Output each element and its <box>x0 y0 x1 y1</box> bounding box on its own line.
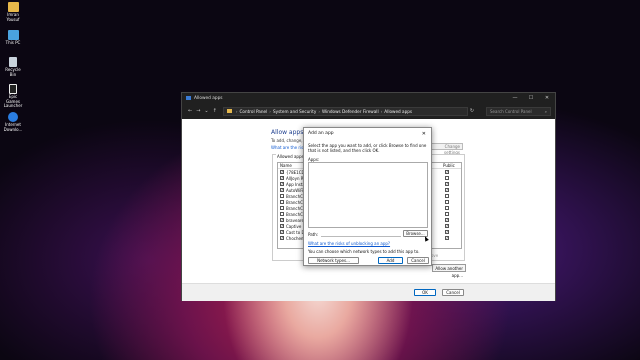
dialog-close-icon[interactable]: ✕ <box>422 131 426 137</box>
search-placeholder: Search Control Panel <box>490 108 532 114</box>
desktop-icon-idm[interactable]: Internet Downlo... <box>2 112 24 132</box>
address-row: ← → ⌄ ↑ › Control Panel › System and Sec… <box>182 103 555 119</box>
dialog-title: Add an app <box>308 131 334 136</box>
dialog-cancel-button[interactable]: Cancel <box>407 257 429 264</box>
folder-icon <box>226 109 232 113</box>
public-checkbox[interactable]: ✓ <box>445 236 449 240</box>
network-types-button[interactable]: Network types... <box>308 257 359 264</box>
monitor-icon <box>7 30 19 40</box>
unblock-risks-link[interactable]: What are the risks of unblocking an app? <box>308 241 390 246</box>
app-checkbox[interactable]: ✓ <box>280 170 284 174</box>
desktop-icon-recycle-bin[interactable]: Recycle Bin <box>2 57 24 77</box>
app-checkbox[interactable]: ✓ <box>280 230 284 234</box>
forward-arrow-icon[interactable]: → <box>194 108 202 114</box>
maximize-button[interactable]: ☐ <box>523 95 539 101</box>
minimize-button[interactable]: — <box>507 95 523 101</box>
path-field[interactable] <box>321 231 401 237</box>
allow-another-label: Allow another app... <box>435 266 463 278</box>
dialog-titlebar[interactable]: Add an app ✕ <box>304 128 431 139</box>
address-bar[interactable]: › Control Panel › System and Security › … <box>222 106 468 116</box>
public-checkbox[interactable]: ✓ <box>445 188 449 192</box>
dialog-instructions: Select the app you want to add, or click… <box>308 143 427 153</box>
add-button[interactable]: Add <box>378 257 403 264</box>
desktop-icon-epic-games[interactable]: Epic Games Launcher <box>2 84 24 109</box>
cancel-button[interactable]: Cancel <box>442 289 464 296</box>
public-checkbox[interactable] <box>445 212 449 216</box>
public-checkbox[interactable]: ✓ <box>445 224 449 228</box>
app-checkbox[interactable] <box>280 212 284 216</box>
refresh-icon[interactable]: ↻ <box>468 108 476 114</box>
change-settings-button[interactable]: Change settings <box>431 143 463 155</box>
public-checkbox[interactable]: ✓ <box>445 182 449 186</box>
app-checkbox[interactable]: ✓ <box>280 224 284 228</box>
idm-icon <box>8 112 18 122</box>
desktop-icon-imran-yousuf[interactable]: Imran Yousuf <box>2 2 24 22</box>
public-checkbox[interactable]: ✓ <box>445 218 449 222</box>
public-checkbox[interactable] <box>445 194 449 198</box>
close-button[interactable]: ✕ <box>539 95 555 101</box>
ok-button[interactable]: OK <box>414 289 436 296</box>
app-checkbox[interactable] <box>280 206 284 210</box>
desktop-icon-label: Imran Yousuf <box>6 12 20 22</box>
breadcrumb-control-panel[interactable]: Control Panel <box>240 109 268 114</box>
recycle-bin-icon <box>9 57 17 67</box>
app-checkbox[interactable]: ✓ <box>280 188 284 192</box>
allow-another-app-button[interactable]: Allow another app... <box>432 264 466 278</box>
window-title: Allowed apps <box>194 95 223 101</box>
public-checkbox[interactable]: ✓ <box>445 230 449 234</box>
recent-chevron-icon[interactable]: ⌄ <box>202 108 210 114</box>
epic-games-icon <box>9 84 17 94</box>
app-checkbox[interactable]: ✓ <box>280 182 284 186</box>
apps-listbox[interactable] <box>308 162 428 228</box>
network-note: You can choose which network types to ad… <box>308 249 420 254</box>
search-input[interactable]: Search Control Panel ⌕ <box>486 106 552 116</box>
search-icon: ⌕ <box>544 108 548 114</box>
up-arrow-icon[interactable]: ↑ <box>211 108 219 114</box>
window-titlebar[interactable]: Allowed apps — ☐ ✕ <box>182 93 555 103</box>
breadcrumb-allowed-apps[interactable]: Allowed apps <box>384 109 412 114</box>
app-checkbox[interactable] <box>280 194 284 198</box>
add-app-dialog: Add an app ✕ Select the app you want to … <box>303 127 432 266</box>
back-arrow-icon[interactable]: ← <box>186 108 194 114</box>
public-checkbox[interactable] <box>445 176 449 180</box>
app-checkbox[interactable]: ✓ <box>280 176 284 180</box>
folder-icon <box>7 2 19 12</box>
app-checkbox[interactable]: ✓ <box>280 218 284 222</box>
breadcrumb-system-security[interactable]: System and Security <box>273 109 316 114</box>
desktop-icon-label: Internet Downlo... <box>3 122 23 132</box>
desktop-icon-this-pc[interactable]: This PC <box>2 30 24 46</box>
public-checkbox[interactable]: ✓ <box>445 170 449 174</box>
desktop-icon-label: This PC <box>5 40 21 45</box>
desktop-icon-label: Recycle Bin <box>5 67 21 77</box>
window-footer: OK Cancel <box>182 283 555 301</box>
public-checkbox[interactable] <box>445 206 449 210</box>
app-checkbox[interactable]: ✓ <box>280 236 284 240</box>
breadcrumb-firewall[interactable]: Windows Defender Firewall <box>322 109 379 114</box>
public-checkbox[interactable] <box>445 200 449 204</box>
path-label: Path: <box>308 232 319 237</box>
column-public[interactable]: Public <box>443 163 455 168</box>
column-name[interactable]: Name <box>278 163 292 168</box>
control-panel-icon <box>186 96 191 100</box>
desktop-icon-label: Epic Games Launcher <box>3 94 23 109</box>
app-checkbox[interactable] <box>280 200 284 204</box>
